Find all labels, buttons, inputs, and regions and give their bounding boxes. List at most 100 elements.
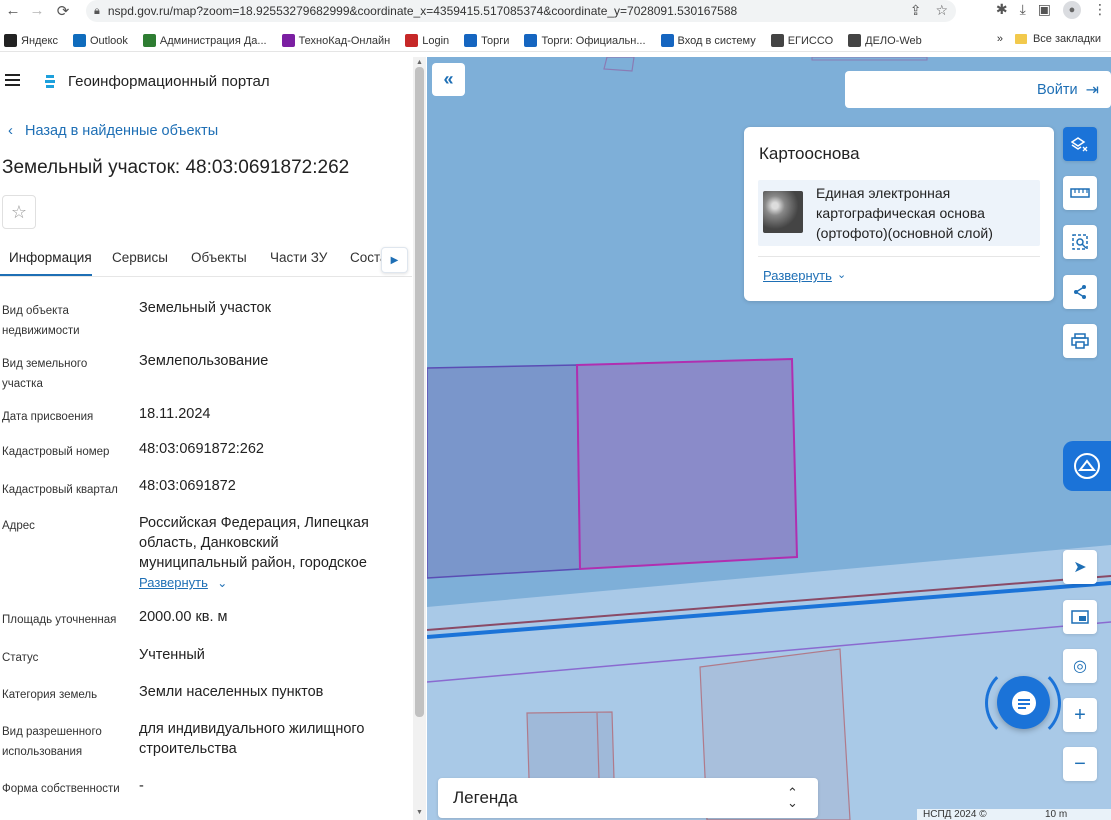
site-info-icon[interactable]: 🔒︎ <box>94 5 100 18</box>
attribute-value: 2000.00 кв. м <box>139 607 389 627</box>
bookmark-item[interactable]: ЕГИССО <box>770 34 834 47</box>
layers-tool-button[interactable] <box>1063 127 1097 161</box>
bookmark-favicon-icon <box>770 34 784 47</box>
tab-parcel-parts[interactable]: Части ЗУ <box>270 250 327 265</box>
object-title: Земельный участок: 48:03:0691872:262 <box>2 157 350 178</box>
bookmark-item[interactable]: Вход в систему <box>660 34 756 47</box>
neighbour-parcel <box>427 364 581 579</box>
bookmark-favicon-icon <box>405 34 419 47</box>
scroll-down-arrow-icon[interactable]: ▼ <box>416 809 423 816</box>
browser-menu-icon[interactable]: ⋮ <box>1093 1 1107 19</box>
attribute-value: Земельный участок <box>139 298 389 318</box>
back-arrow-icon[interactable]: ← <box>2 2 24 19</box>
print-tool-button[interactable] <box>1063 324 1097 358</box>
minimap-icon <box>1071 610 1089 624</box>
login-arrow-icon: ⇥ <box>1085 81 1099 99</box>
scrollbar-thumb[interactable] <box>415 67 424 717</box>
legend-dropdown[interactable]: Легенда ⌃ ⌄ <box>438 778 818 818</box>
bookmark-item[interactable]: Торги: Официальн... <box>524 34 646 47</box>
menu-icon[interactable] <box>5 74 20 86</box>
attribute-value-text: Землепользование <box>139 353 269 369</box>
attribute-value: Учтенный <box>139 645 389 665</box>
bookmark-item[interactable]: ТехноКад-Онлайн <box>281 34 390 47</box>
back-to-results-link[interactable]: ‹ Назад в найденные объекты <box>8 122 218 139</box>
ruler-icon <box>1070 188 1090 198</box>
bookmark-item[interactable]: Яндекс <box>4 34 58 47</box>
attribute-value-text: Земельный участок <box>139 300 271 316</box>
address-expand-link[interactable]: Развернуть ⌄ <box>139 573 389 593</box>
panel-header: Геоинформационный портал <box>0 57 412 107</box>
chat-button[interactable] <box>997 676 1050 729</box>
basemap-layer-name: Единая электронная картографическая осно… <box>816 185 993 241</box>
chevron-left-icon: ‹ <box>8 122 13 139</box>
scale-bar-label: 10 m <box>1045 809 1068 820</box>
attribute-value-text: - <box>139 778 144 794</box>
attribute-value-text: 48:03:0691872:262 <box>139 441 264 457</box>
basemap-expand-link[interactable]: Развернуть <box>763 268 832 283</box>
minimap-button[interactable] <box>1063 600 1097 634</box>
geolocation-button[interactable]: ➤ <box>1063 550 1097 584</box>
tab-objects[interactable]: Объекты <box>191 250 247 265</box>
bookmark-label: Яндекс <box>21 34 58 47</box>
reload-icon[interactable]: ⟳ <box>52 2 74 20</box>
forward-arrow-icon[interactable]: → <box>26 2 48 19</box>
double-chevron-left-icon: « <box>443 69 454 89</box>
map-attribution: НСПД 2024 © 10 m <box>917 809 1111 820</box>
zoom-out-button[interactable]: − <box>1063 747 1097 781</box>
select-area-icon <box>1072 234 1088 250</box>
rosreestr-icon <box>1074 453 1100 479</box>
more-bookmarks-chevron[interactable]: » <box>997 33 1003 45</box>
extensions-icon[interactable]: ✱ <box>996 1 1008 19</box>
attribute-value-text: Учтенный <box>139 647 205 663</box>
chevron-down-icon[interactable]: ⌄ <box>837 268 846 281</box>
attribute-value: Российская Федерация, Липецкая область, … <box>139 513 389 590</box>
attribute-value-text: 18.11.2024 <box>139 406 211 422</box>
printer-icon <box>1071 333 1089 349</box>
address-bar[interactable]: 🔒︎ nspd.gov.ru/map?zoom=18.9255327968299… <box>86 0 956 22</box>
navigation-arrow-icon: ➤ <box>1073 559 1087 576</box>
share-page-icon[interactable]: ⇪ <box>910 2 922 19</box>
attribute-label: Вид объекта недвижимости <box>2 305 80 337</box>
location-pin-icon: ◎ <box>1073 658 1087 675</box>
chevron-down-icon: ⌄ <box>213 576 228 590</box>
measure-tool-button[interactable] <box>1063 176 1097 210</box>
all-bookmarks-label: Все закладки <box>1032 33 1101 45</box>
panel-scrollbar[interactable]: ▲ ▼ <box>413 57 426 820</box>
bookmark-item[interactable]: ДЕЛО-Web <box>848 34 922 47</box>
rosreestr-side-tab[interactable] <box>1063 441 1111 491</box>
bookmark-favicon-icon <box>660 34 674 47</box>
area-search-tool-button[interactable] <box>1063 225 1097 259</box>
url-text[interactable]: nspd.gov.ru/map?zoom=18.92553279682999&c… <box>108 4 737 18</box>
bookmark-item[interactable]: Торги <box>464 34 509 47</box>
bookmark-item[interactable]: Outlook <box>73 34 128 47</box>
bookmark-label: Администрация Да... <box>159 34 267 47</box>
attribute-value: 18.11.2024 <box>139 404 389 424</box>
favorite-button[interactable]: ☆ <box>2 195 36 229</box>
login-button[interactable]: Войти ⇥ <box>845 71 1111 108</box>
tabs-scroll-right-button[interactable]: ▶ <box>381 247 408 273</box>
place-search-button[interactable]: ◎ <box>1063 649 1097 683</box>
zoom-in-button[interactable]: + <box>1063 698 1097 732</box>
bookmark-star-icon[interactable]: ☆ <box>935 2 948 19</box>
basemap-title: Картооснова <box>759 144 860 163</box>
profile-avatar[interactable]: ● <box>1063 1 1081 19</box>
tab-information[interactable]: Информация <box>9 250 92 265</box>
bookmark-item[interactable]: Login <box>405 34 449 47</box>
map-canvas[interactable]: « Войти ⇥ Картооснова Единая электронная… <box>427 57 1111 820</box>
basemap-layer-item[interactable]: Единая электронная картографическая осно… <box>758 180 1040 246</box>
basemap-panel: Картооснова Единая электронная картограф… <box>744 127 1054 301</box>
side-panel-icon[interactable]: ▣ <box>1038 1 1051 19</box>
bookmark-label: Login <box>422 34 450 47</box>
all-bookmarks-folder[interactable]: Все закладки <box>1014 33 1101 45</box>
bookmark-item[interactable]: Администрация Да... <box>142 34 267 47</box>
share-tool-button[interactable] <box>1063 275 1097 309</box>
scroll-up-arrow-icon[interactable]: ▲ <box>416 59 423 66</box>
attribute-label: Вид земельного участка <box>2 358 88 390</box>
bookmark-label: Outlook <box>90 34 128 47</box>
downloads-icon[interactable]: ⤓ <box>1020 1 1026 19</box>
active-tab-indicator <box>0 274 92 276</box>
tab-services[interactable]: Сервисы <box>112 250 168 265</box>
collapse-panel-button[interactable]: « <box>432 63 465 96</box>
bookmark-label: ЕГИССО <box>787 34 834 47</box>
attribute-label: Статус <box>2 652 39 664</box>
